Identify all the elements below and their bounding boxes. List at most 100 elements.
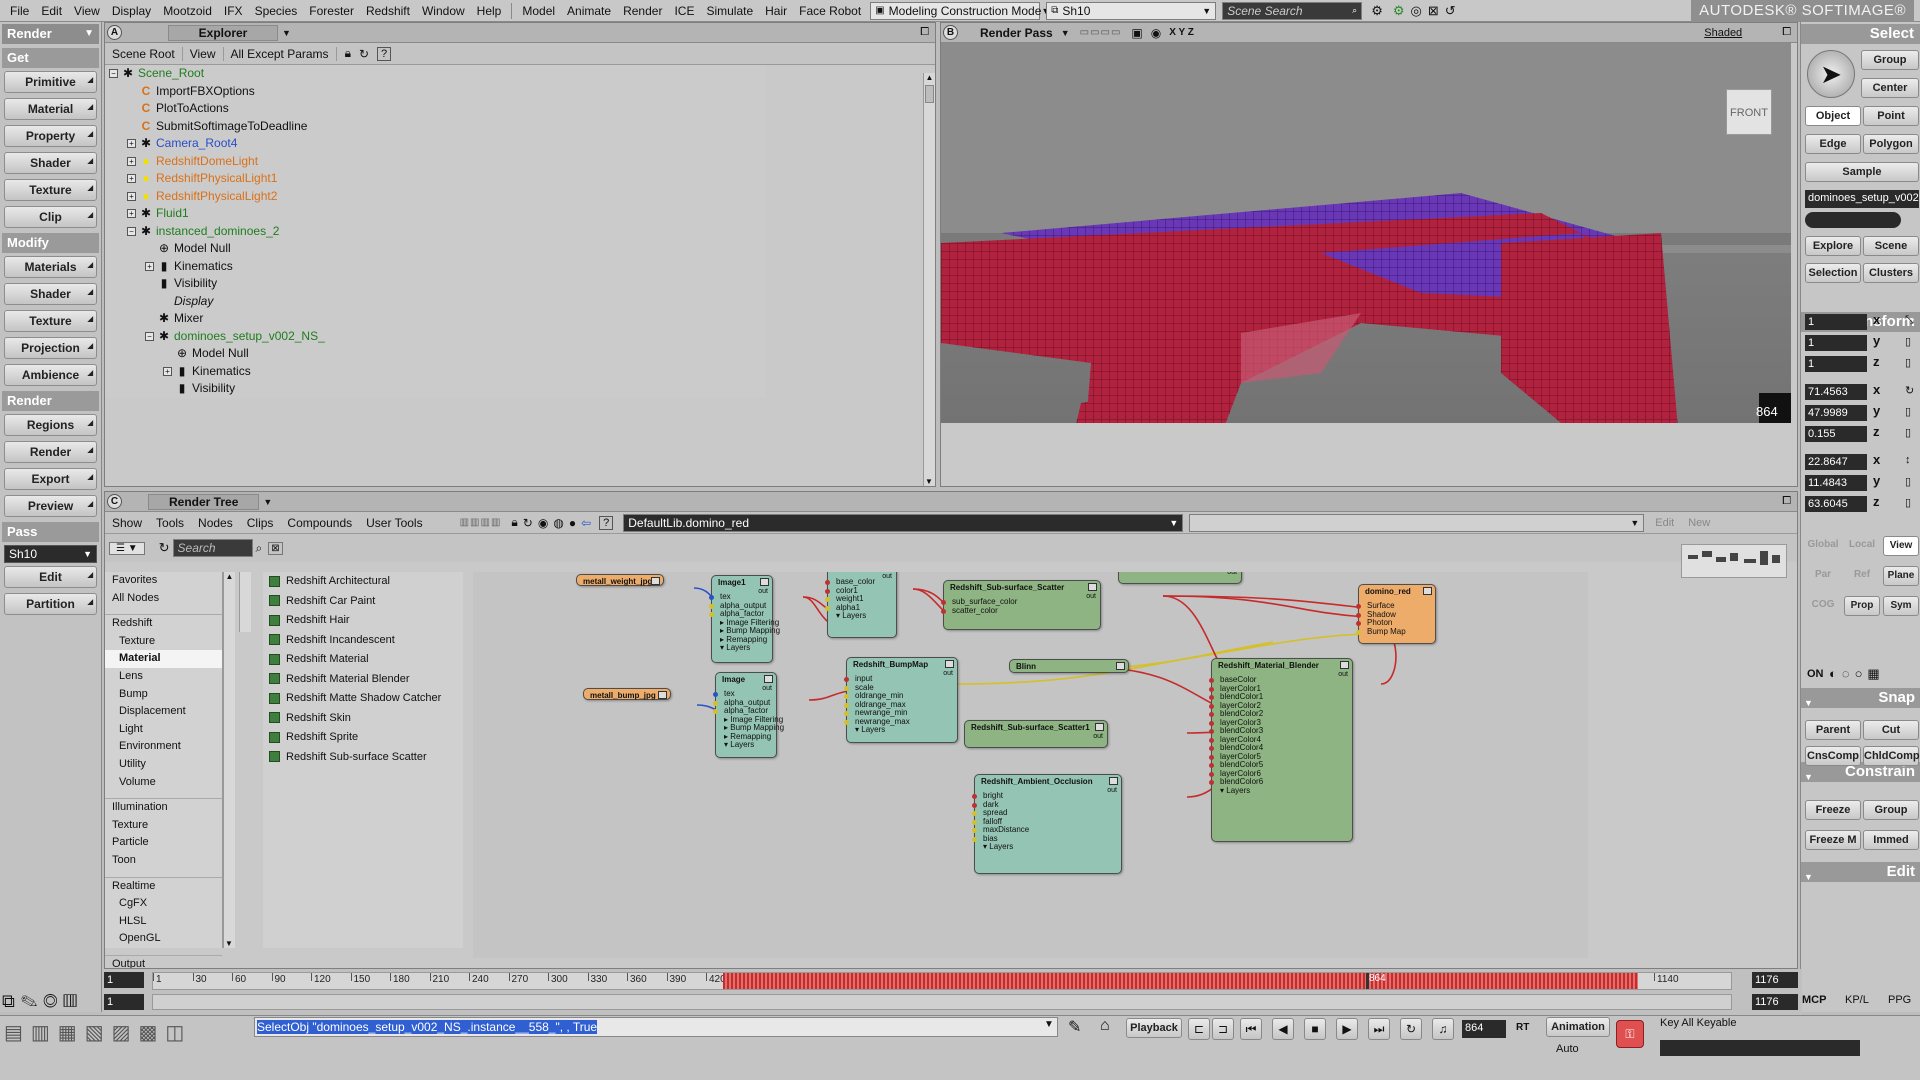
mcp-tab[interactable]: MCP [1802, 994, 1826, 1006]
rt-menu-user-tools[interactable]: User Tools [359, 516, 429, 530]
tree-item[interactable]: ▮ Visibility [105, 380, 765, 398]
menu-file[interactable]: File [4, 0, 35, 22]
tool-icons[interactable]: ⧉✎◎▥ [2, 991, 83, 1012]
graph-node-bump[interactable]: Redshift_BumpMap out input scale oldrange_mi… [844, 657, 958, 743]
node-collapse-icon[interactable] [1340, 661, 1349, 669]
selection-button[interactable]: Selection [1805, 263, 1861, 283]
select-center-button[interactable]: Center [1861, 78, 1919, 98]
clusters-button[interactable]: Clusters [1863, 263, 1919, 283]
output-port[interactable]: out [1227, 572, 1237, 576]
first-frame-icon[interactable]: ⏮ [1240, 1018, 1262, 1040]
node-collapse-icon[interactable] [658, 691, 667, 699]
expand-icon[interactable]: + [127, 209, 136, 219]
secondary-combo[interactable]: ▼ [1189, 513, 1645, 532]
select-polygon-button[interactable]: Polygon [1863, 134, 1919, 154]
category-item[interactable]: Lens [105, 668, 222, 686]
play-icon[interactable]: ▶ [1336, 1018, 1358, 1040]
rt-menu-compounds[interactable]: Compounds [280, 516, 359, 530]
category-item[interactable]: Redshift [105, 615, 222, 633]
expand-icon[interactable]: − [109, 69, 118, 79]
snap-mode-icons[interactable]: ◐◌○▦ [1829, 666, 1885, 682]
category-item[interactable]: Favorites [105, 572, 222, 590]
settings-icon[interactable]: ⚙ [1371, 3, 1383, 19]
eye-icon[interactable]: ◉ [1151, 26, 1161, 40]
node-preset-item[interactable]: Redshift Skin [263, 709, 463, 729]
tree-item[interactable]: + ● RedshiftDomeLight [105, 153, 765, 171]
input-port[interactable]: ▾ Layers [712, 643, 772, 653]
graph-node-mix[interactable]: Mix_2_Colorsoutbase_colorcolor1weight1al… [825, 572, 897, 638]
chevron-down-icon[interactable]: ▼ [1061, 28, 1070, 38]
category-item[interactable]: OpenGL [105, 930, 222, 948]
select-arrow-icon[interactable]: ➤ [1807, 50, 1855, 98]
expand-icon[interactable]: − [127, 226, 136, 236]
category-item[interactable]: Realtime [105, 878, 222, 896]
maximize-icon[interactable]: ⧠ [920, 26, 929, 39]
left-export-button[interactable]: Export ◢ [4, 468, 97, 490]
lock-icon[interactable]: 🔒︎ [511, 515, 517, 530]
category-item[interactable]: Texture [105, 633, 222, 651]
script-icon[interactable]: ✎ [1068, 1017, 1081, 1037]
tree-item[interactable]: − ✱ instanced_dominoes_2 [105, 223, 765, 241]
undo-icon[interactable]: ↺ [1445, 3, 1456, 19]
timeline-ruler[interactable]: 1 30 60 90 120 150 180 210 240 270 300 330 360 390 420… [152, 972, 1732, 990]
category-item[interactable]: Displacement [105, 703, 222, 721]
mode-combo[interactable]: ▣Modeling Construction Mode▼ [870, 1, 1050, 20]
node-preset-item[interactable]: Redshift Material Blender [263, 670, 463, 690]
clear-icon[interactable]: ⊠ [268, 541, 283, 555]
category-item[interactable]: Light [105, 721, 222, 739]
menu-redshift[interactable]: Redshift [360, 0, 416, 22]
left-shader-button[interactable]: Shader ◢ [4, 283, 97, 305]
left-materials-button[interactable]: Materials ◢ [4, 256, 97, 278]
graph-node-blinn[interactable]: Blinn [1009, 659, 1129, 673]
maximize-icon[interactable]: ⧠ [1782, 26, 1791, 39]
category-item[interactable]: HLSL [105, 913, 222, 931]
node-preset-item[interactable]: Redshift Sprite [263, 728, 463, 748]
expand-icon[interactable]: + [127, 174, 136, 184]
expand-icon[interactable]: + [145, 261, 154, 271]
left-edit-button[interactable]: Edit ◢ [4, 566, 97, 588]
timeline-range-start-field[interactable]: 1 [104, 994, 144, 1010]
category-item[interactable]: Environment [105, 738, 222, 756]
left-projection-button[interactable]: Projection ◢ [4, 337, 97, 359]
menu-help[interactable]: Help [471, 0, 508, 22]
scroll-up-icon[interactable]: ▲ [924, 73, 935, 83]
freeze-button[interactable]: Freeze [1805, 800, 1861, 820]
node-collapse-icon[interactable] [1116, 662, 1125, 670]
tree-item[interactable]: Display [105, 293, 765, 311]
category-scrollbar[interactable]: ▲ ▼ [223, 572, 235, 948]
tree-item[interactable]: + ▮ Kinematics [105, 258, 765, 276]
left-clip-button[interactable]: Clip ◢ [4, 206, 97, 228]
module-model[interactable]: Model [516, 0, 561, 22]
transform-icon[interactable]: ↕ [1905, 454, 1911, 466]
graph-node-arch[interactable]: Redshift_Architecturalout [1118, 572, 1242, 584]
menu-view[interactable]: View [68, 0, 106, 22]
parent-button[interactable]: Parent [1805, 720, 1861, 740]
left-material-button[interactable]: Material ◢ [4, 98, 97, 120]
globe-icon[interactable]: ◍ [553, 516, 563, 530]
view-button[interactable]: View [183, 46, 224, 61]
category-item[interactable]: Texture [105, 817, 222, 835]
menu-window[interactable]: Window [416, 0, 471, 22]
transform-r-y-field[interactable]: 47.9989 [1805, 405, 1867, 421]
module-ice[interactable]: ICE [668, 0, 700, 22]
collapse-icon[interactable]: ▼ [1804, 693, 1813, 713]
command-line-input[interactable]: SelectObj "dominoes_setup_v002_NS_.insta… [254, 1017, 1058, 1037]
keying-field[interactable] [1660, 1040, 1860, 1056]
graph-node-metal_bump[interactable]: metall_bump_jpg [583, 688, 671, 700]
tree-item[interactable]: + ✱ Fluid1 [105, 205, 765, 223]
ref-global-button[interactable]: Global [1805, 536, 1841, 556]
transform-s-x-field[interactable]: 1 [1805, 314, 1867, 330]
transform-icon[interactable]: ↻ [1905, 384, 1914, 397]
layout-icons[interactable]: ▤▥▦▧▨▩◫ [4, 1020, 192, 1045]
node-collapse-icon[interactable] [1423, 587, 1432, 595]
3d-viewport[interactable]: FRONT 864 [941, 43, 1791, 423]
graph-node-image1[interactable]: Image1 out tex alpha_output alpha_factor ▸ Im… [709, 575, 780, 663]
category-item[interactable]: Illumination [105, 799, 222, 817]
rt-menu-tools[interactable]: Tools [149, 516, 191, 530]
module-simulate[interactable]: Simulate [700, 0, 759, 22]
scroll-down-icon[interactable]: ▼ [924, 477, 934, 486]
node-preset-item[interactable]: Redshift Incandescent [263, 631, 463, 651]
view-buttons[interactable]: ▭▭▭▭ [1080, 27, 1122, 38]
tree-item[interactable]: C SubmitSoftimageToDeadline [105, 118, 765, 136]
timeline-start-field[interactable]: 1 [104, 972, 144, 988]
